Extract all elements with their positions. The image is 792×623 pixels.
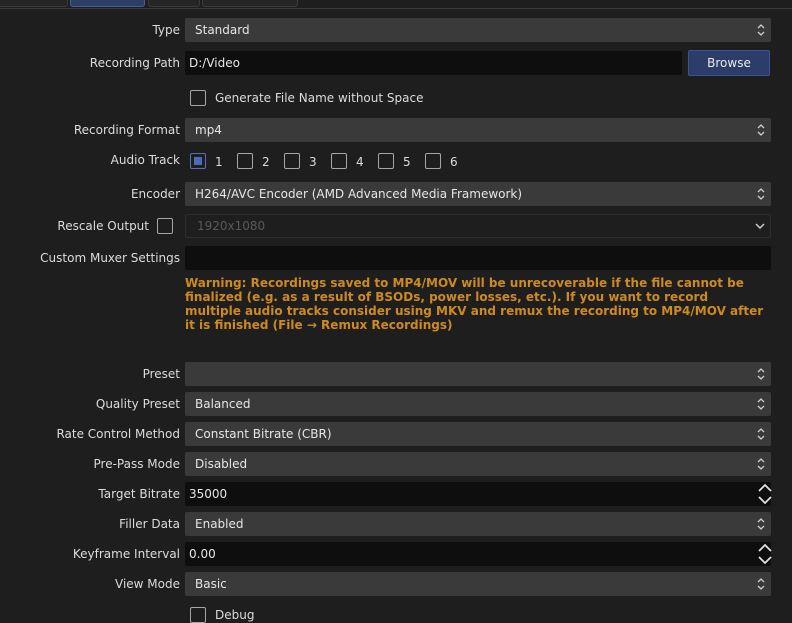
target-bitrate-input[interactable]: 35000 [185, 482, 773, 506]
spin-arrows-icon[interactable] [757, 543, 773, 565]
keyframe-interval-label: Keyframe Interval [72, 547, 180, 561]
recording-format-select[interactable]: mp4 [185, 118, 771, 142]
audio-track-3-label: 3 [309, 155, 317, 169]
view-mode-select[interactable]: Basic [185, 572, 771, 596]
audio-track-1-label: 1 [215, 155, 223, 169]
audio-track-1-checkbox[interactable] [190, 153, 206, 169]
encoder-label: Encoder [130, 187, 180, 201]
tab-recording[interactable] [70, 0, 145, 7]
audio-track-2-label: 2 [262, 155, 270, 169]
filler-data-select[interactable]: Enabled [185, 512, 771, 536]
encoder-value: H264/AVC Encoder (AMD Advanced Media Fra… [195, 187, 523, 201]
gen-filename-label: Generate File Name without Space [215, 91, 424, 105]
quality-preset-value: Balanced [195, 397, 251, 411]
target-bitrate-value: 35000 [189, 487, 228, 501]
type-label: Type [152, 23, 180, 37]
filler-data-label: Filler Data [119, 517, 180, 531]
audio-track-6-checkbox[interactable] [425, 153, 441, 169]
recording-format-label: Recording Format [73, 123, 180, 137]
rescale-output-checkbox[interactable] [157, 218, 173, 234]
keyframe-interval-value: 0.00 [189, 547, 216, 561]
updown-arrow-icon [757, 458, 765, 470]
updown-arrow-icon [757, 398, 765, 410]
rescale-resolution-select[interactable]: 1920x1080 [185, 214, 771, 238]
preset-select[interactable] [185, 362, 771, 386]
audio-track-label: Audio Track [110, 153, 180, 167]
rate-control-select[interactable]: Constant Bitrate (CBR) [185, 422, 771, 446]
chevron-down-icon [755, 223, 765, 230]
rate-control-label: Rate Control Method [56, 427, 180, 441]
updown-arrow-icon [757, 578, 765, 590]
audio-track-4-label: 4 [356, 155, 364, 169]
updown-arrow-icon [757, 428, 765, 440]
browse-button[interactable]: Browse [688, 50, 770, 76]
audio-track-2-checkbox[interactable] [237, 153, 253, 169]
prepass-value: Disabled [195, 457, 248, 471]
view-mode-value: Basic [195, 577, 227, 591]
audio-track-4-checkbox[interactable] [331, 153, 347, 169]
custom-muxer-input[interactable] [185, 246, 771, 270]
spin-arrows-icon[interactable] [757, 483, 773, 505]
encoder-select[interactable]: H264/AVC Encoder (AMD Advanced Media Fra… [185, 182, 771, 206]
target-bitrate-label: Target Bitrate [98, 487, 180, 501]
recording-format-value: mp4 [195, 123, 222, 137]
debug-checkbox[interactable] [190, 607, 206, 623]
view-mode-label: View Mode [115, 577, 180, 591]
type-select[interactable]: Standard [185, 18, 771, 42]
audio-track-3-checkbox[interactable] [284, 153, 300, 169]
tab-bar [0, 0, 792, 9]
debug-label: Debug [215, 608, 255, 622]
recording-path-input[interactable]: D:/Video [185, 51, 682, 75]
prepass-select[interactable]: Disabled [185, 452, 771, 476]
tab-general[interactable] [0, 0, 68, 7]
audio-track-6-label: 6 [450, 155, 458, 169]
prepass-label: Pre-Pass Mode [93, 457, 180, 471]
rescale-resolution-value: 1920x1080 [197, 219, 266, 233]
updown-arrow-icon [757, 188, 765, 200]
tab-replay-buffer[interactable] [202, 0, 298, 7]
mp4-warning-text: Warning: Recordings saved to MP4/MOV wil… [185, 276, 764, 332]
rate-control-value: Constant Bitrate (CBR) [195, 427, 332, 441]
custom-muxer-label: Custom Muxer Settings [40, 251, 180, 265]
updown-arrow-icon [757, 24, 765, 36]
tab-audio[interactable] [148, 0, 200, 7]
preset-label: Preset [142, 367, 180, 381]
recording-path-label: Recording Path [89, 56, 180, 70]
audio-track-5-checkbox[interactable] [378, 153, 394, 169]
quality-preset-select[interactable]: Balanced [185, 392, 771, 416]
filler-data-value: Enabled [195, 517, 244, 531]
type-value: Standard [195, 23, 250, 37]
updown-arrow-icon [757, 518, 765, 530]
gen-filename-checkbox[interactable] [190, 90, 206, 106]
audio-track-5-label: 5 [403, 155, 411, 169]
rescale-output-label: Rescale Output [57, 219, 149, 233]
updown-arrow-icon [757, 124, 765, 136]
keyframe-interval-input[interactable]: 0.00 [185, 542, 773, 566]
updown-arrow-icon [757, 368, 765, 380]
quality-preset-label: Quality Preset [95, 397, 180, 411]
